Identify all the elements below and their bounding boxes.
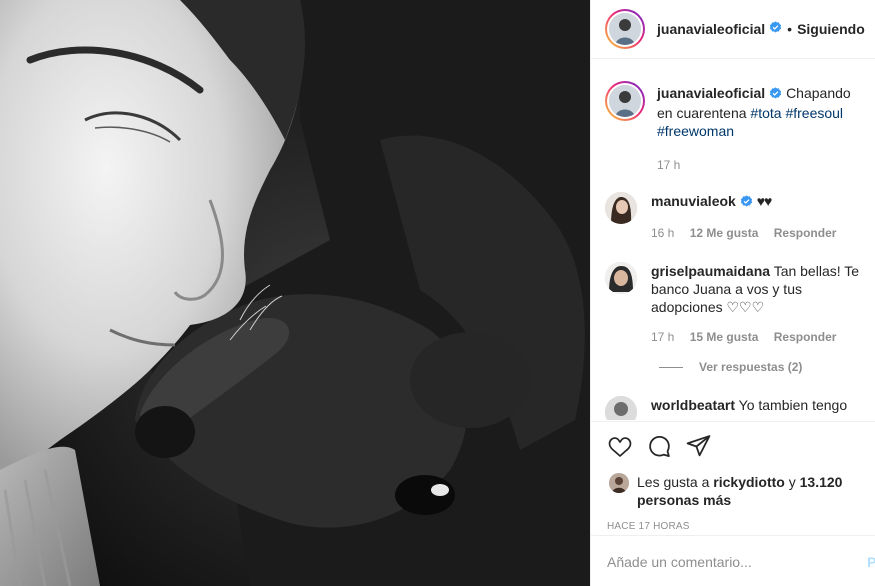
replies-divider bbox=[659, 366, 683, 368]
commenter-avatar[interactable] bbox=[605, 192, 637, 224]
comment-text: Yo tambien tengo bbox=[738, 397, 848, 413]
post-comment-button[interactable]: Pu bbox=[867, 554, 875, 570]
comment-time[interactable]: 16 h bbox=[651, 226, 674, 240]
post-caption: juanavialeoficial Chapando en cuarentena… bbox=[605, 81, 861, 172]
comment-icon[interactable] bbox=[647, 434, 672, 459]
comment-time[interactable]: 17 h bbox=[651, 330, 674, 344]
post-photo[interactable] bbox=[0, 0, 590, 586]
likes-prefix: Les gusta a bbox=[637, 474, 710, 490]
view-replies-button[interactable]: Ver respuestas (2) bbox=[659, 360, 861, 374]
comment-item: manuvialeok ♥♥ 16 h 12 Me gusta Responde… bbox=[605, 192, 861, 240]
share-icon[interactable] bbox=[686, 434, 711, 459]
comment-item: griselpaumaidana Tan bellas! Te banco Ju… bbox=[605, 262, 861, 344]
liker-username[interactable]: rickydiotto bbox=[713, 474, 785, 490]
comment-item: worldbeatart Yo tambien tengo bbox=[605, 396, 861, 420]
author-avatar[interactable] bbox=[605, 9, 645, 49]
hashtag-link[interactable]: #freesoul bbox=[785, 105, 843, 121]
following-button[interactable]: Siguiendo bbox=[797, 21, 865, 37]
comments-list[interactable]: juanavialeoficial Chapando en cuarentena… bbox=[591, 60, 875, 420]
post-actions: Les gusta a rickydiotto y 13.120 persona… bbox=[591, 421, 875, 586]
comment-text: ♥♥ bbox=[756, 193, 773, 209]
caption-username[interactable]: juanavialeoficial bbox=[657, 85, 765, 101]
reply-button[interactable]: Responder bbox=[774, 330, 837, 344]
comment-likes[interactable]: 12 Me gusta bbox=[690, 226, 759, 240]
caption-time[interactable]: 17 h bbox=[657, 158, 680, 172]
add-comment-bar: Añade un comentario... Pu bbox=[591, 535, 875, 586]
commenter-avatar[interactable] bbox=[605, 262, 637, 294]
heart-icon[interactable] bbox=[607, 435, 633, 459]
liker-avatar[interactable] bbox=[609, 473, 629, 493]
likes-joiner: y bbox=[788, 474, 796, 490]
post-header: juanavialeoficial • Siguiendo bbox=[591, 0, 875, 59]
comment-username[interactable]: worldbeatart bbox=[651, 397, 735, 413]
verified-badge-icon bbox=[769, 21, 782, 37]
commenter-avatar[interactable] bbox=[605, 396, 637, 420]
action-icons bbox=[591, 422, 875, 459]
hashtag-link[interactable]: #freewoman bbox=[657, 123, 734, 139]
hashtag-link[interactable]: #tota bbox=[750, 105, 781, 121]
post-sidebar: juanavialeoficial • Siguiendo juanaviale… bbox=[590, 0, 875, 586]
post-photo-image bbox=[0, 0, 590, 586]
post-timestamp[interactable]: HACE 17 HORAS bbox=[591, 509, 875, 532]
verified-badge-icon bbox=[740, 194, 753, 212]
comment-input[interactable]: Añade un comentario... bbox=[607, 554, 867, 570]
comment-likes[interactable]: 15 Me gusta bbox=[690, 330, 759, 344]
likes-summary: Les gusta a rickydiotto y 13.120 persona… bbox=[591, 459, 875, 509]
comment-username[interactable]: manuvialeok bbox=[651, 193, 736, 209]
comment-username[interactable]: griselpaumaidana bbox=[651, 263, 770, 279]
header-separator: • bbox=[787, 21, 793, 37]
caption-avatar[interactable] bbox=[605, 81, 645, 121]
reply-button[interactable]: Responder bbox=[774, 226, 837, 240]
author-username[interactable]: juanavialeoficial bbox=[657, 21, 765, 37]
view-replies-label[interactable]: Ver respuestas (2) bbox=[699, 360, 802, 374]
verified-badge-icon bbox=[769, 86, 782, 104]
